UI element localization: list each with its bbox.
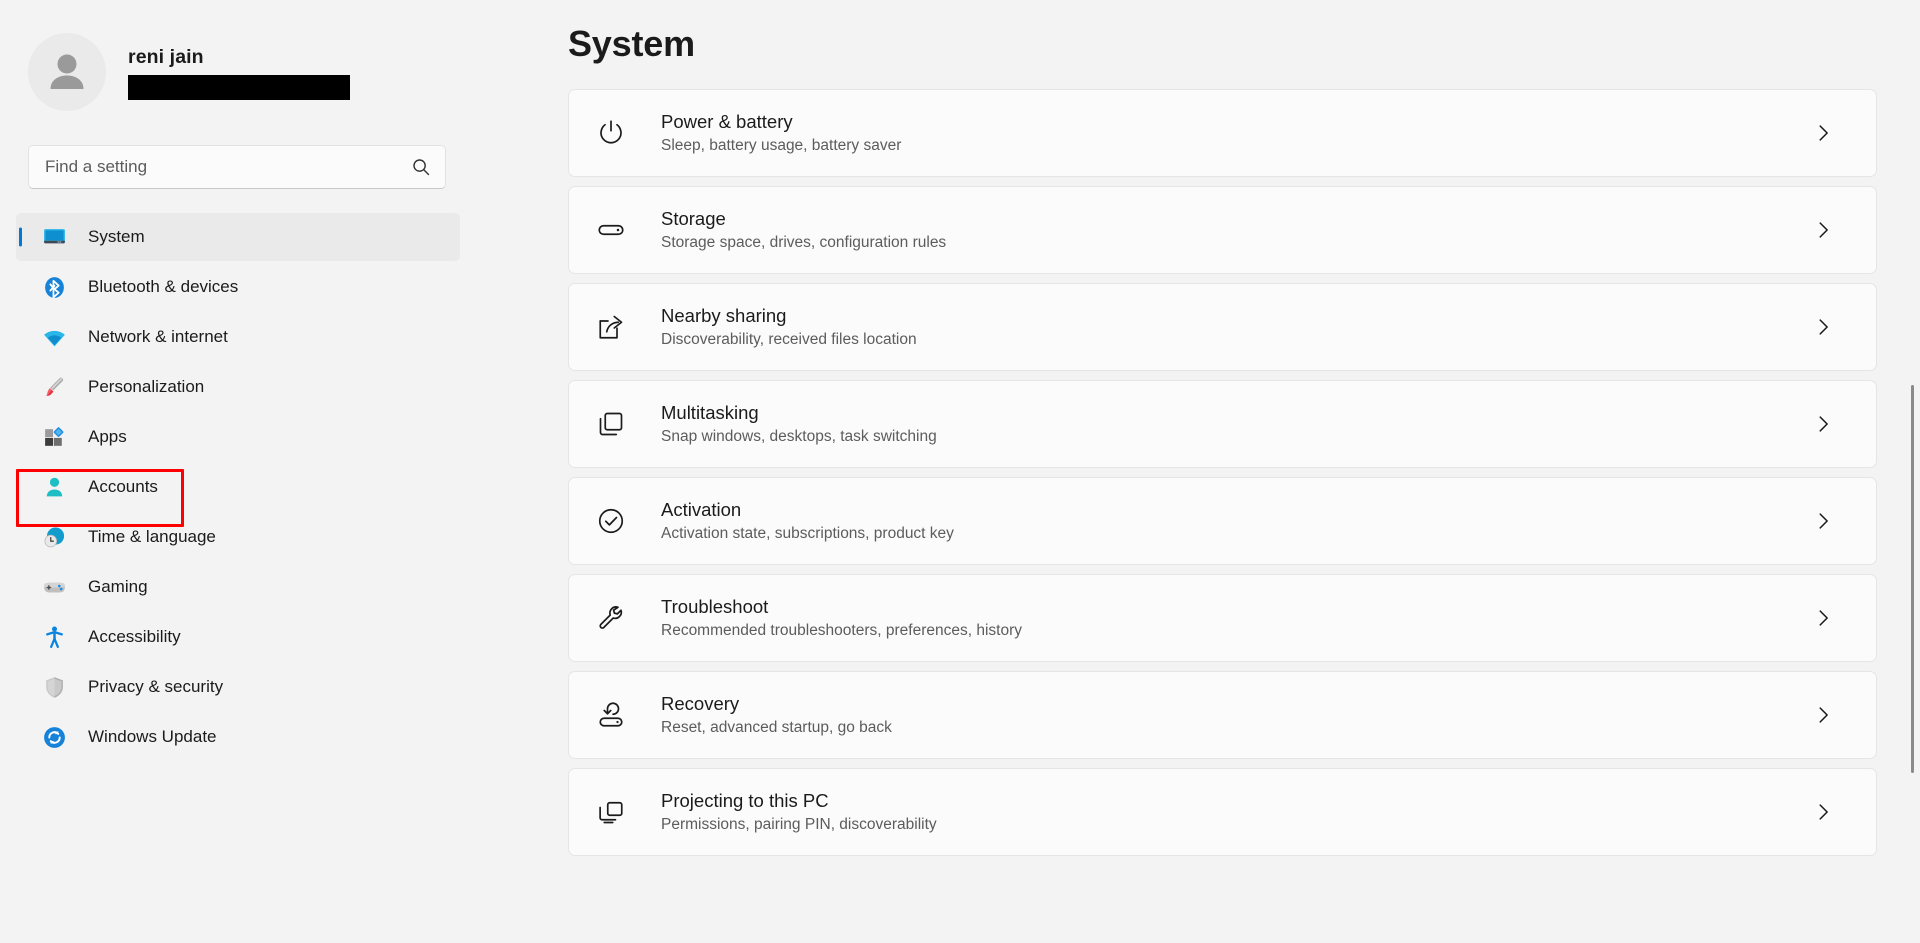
multitask-icon — [595, 408, 627, 440]
sidebar-item-label: Privacy & security — [88, 677, 223, 697]
card-title: Power & battery — [661, 110, 1812, 133]
settings-card-recovery[interactable]: Recovery Reset, advanced startup, go bac… — [568, 671, 1877, 759]
card-subtitle: Permissions, pairing PIN, discoverabilit… — [661, 814, 1812, 835]
settings-card-activation[interactable]: Activation Activation state, subscriptio… — [568, 477, 1877, 565]
chevron-right-icon[interactable] — [1812, 510, 1834, 532]
sidebar-item-apps[interactable]: Apps — [16, 413, 460, 461]
person-icon — [42, 475, 67, 500]
sidebar-item-accounts[interactable]: Accounts — [16, 463, 460, 511]
settings-card-list: Power & battery Sleep, battery usage, ba… — [476, 89, 1920, 856]
settings-card-troubleshoot[interactable]: Troubleshoot Recommended troubleshooters… — [568, 574, 1877, 662]
main-content: System Power & battery Sleep, battery us… — [476, 0, 1920, 943]
sidebar-item-label: Windows Update — [88, 727, 217, 747]
apps-grid-icon — [42, 425, 67, 450]
avatar — [28, 33, 106, 111]
account-header[interactable]: reni jain — [0, 18, 476, 116]
sidebar-item-gaming[interactable]: Gaming — [16, 563, 460, 611]
sidebar-item-label: Gaming — [88, 577, 148, 597]
card-subtitle: Sleep, battery usage, battery saver — [661, 135, 1812, 156]
share-icon — [595, 311, 627, 343]
account-email-redacted — [128, 75, 350, 100]
chevron-right-icon[interactable] — [1812, 316, 1834, 338]
sidebar-item-network-internet[interactable]: Network & internet — [16, 313, 460, 361]
sidebar-item-label: Personalization — [88, 377, 204, 397]
power-icon — [595, 117, 627, 149]
card-subtitle: Recommended troubleshooters, preferences… — [661, 620, 1812, 641]
page-title: System — [476, 0, 1920, 66]
chevron-right-icon[interactable] — [1812, 219, 1834, 241]
card-subtitle: Snap windows, desktops, task switching — [661, 426, 1812, 447]
recovery-icon — [595, 699, 627, 731]
card-title: Projecting to this PC — [661, 789, 1812, 812]
sidebar: reni jain — [0, 0, 476, 943]
card-subtitle: Storage space, drives, configuration rul… — [661, 232, 1812, 253]
settings-card-nearby-sharing[interactable]: Nearby sharing Discoverability, received… — [568, 283, 1877, 371]
paintbrush-icon — [42, 375, 67, 400]
sidebar-item-time-language[interactable]: Time & language — [16, 513, 460, 561]
wrench-icon — [595, 602, 627, 634]
search-icon[interactable] — [411, 157, 431, 177]
card-title: Storage — [661, 207, 1812, 230]
monitor-icon — [42, 225, 67, 250]
sidebar-item-label: Accessibility — [88, 627, 181, 647]
chevron-right-icon[interactable] — [1812, 413, 1834, 435]
settings-card-power-battery[interactable]: Power & battery Sleep, battery usage, ba… — [568, 89, 1877, 177]
settings-window: reni jain — [0, 0, 1920, 943]
sidebar-item-label: Time & language — [88, 527, 216, 547]
sidebar-item-label: Accounts — [88, 477, 158, 497]
wifi-icon — [42, 325, 67, 350]
card-title: Multitasking — [661, 401, 1812, 424]
gamepad-icon — [42, 575, 67, 600]
chevron-right-icon[interactable] — [1812, 607, 1834, 629]
sidebar-item-windows-update[interactable]: Windows Update — [16, 713, 460, 761]
sidebar-item-personalization[interactable]: Personalization — [16, 363, 460, 411]
scrollbar-thumb[interactable] — [1911, 385, 1914, 773]
card-title: Activation — [661, 498, 1812, 521]
sidebar-item-bluetooth-devices[interactable]: Bluetooth & devices — [16, 263, 460, 311]
chevron-right-icon[interactable] — [1812, 704, 1834, 726]
sidebar-item-label: System — [88, 227, 145, 247]
check-circle-icon — [595, 505, 627, 537]
chevron-right-icon[interactable] — [1812, 801, 1834, 823]
settings-card-projecting-to-this-pc[interactable]: Projecting to this PC Permissions, pairi… — [568, 768, 1877, 856]
settings-card-storage[interactable]: Storage Storage space, drives, configura… — [568, 186, 1877, 274]
update-refresh-icon — [42, 725, 67, 750]
person-avatar-icon — [39, 44, 95, 100]
sidebar-item-system[interactable]: System — [16, 213, 460, 261]
card-title: Nearby sharing — [661, 304, 1812, 327]
sidebar-item-label: Network & internet — [88, 327, 228, 347]
search-input[interactable] — [45, 157, 411, 177]
storage-drive-icon — [595, 214, 627, 246]
settings-card-multitasking[interactable]: Multitasking Snap windows, desktops, tas… — [568, 380, 1877, 468]
sidebar-item-label: Bluetooth & devices — [88, 277, 238, 297]
projecting-icon — [595, 796, 627, 828]
sidebar-item-accessibility[interactable]: Accessibility — [16, 613, 460, 661]
sidebar-item-label: Apps — [88, 427, 127, 447]
sidebar-item-privacy-security[interactable]: Privacy & security — [16, 663, 460, 711]
card-subtitle: Reset, advanced startup, go back — [661, 717, 1812, 738]
accessibility-icon — [42, 625, 67, 650]
sidebar-nav: System Bluetooth & devices — [0, 213, 476, 761]
card-title: Troubleshoot — [661, 595, 1812, 618]
chevron-right-icon[interactable] — [1812, 122, 1834, 144]
search-box[interactable] — [28, 145, 446, 189]
card-title: Recovery — [661, 692, 1812, 715]
shield-icon — [42, 675, 67, 700]
card-subtitle: Activation state, subscriptions, product… — [661, 523, 1812, 544]
account-name: reni jain — [128, 45, 350, 69]
bluetooth-icon — [42, 275, 67, 300]
card-subtitle: Discoverability, received files location — [661, 329, 1812, 350]
clock-globe-icon — [42, 525, 67, 550]
